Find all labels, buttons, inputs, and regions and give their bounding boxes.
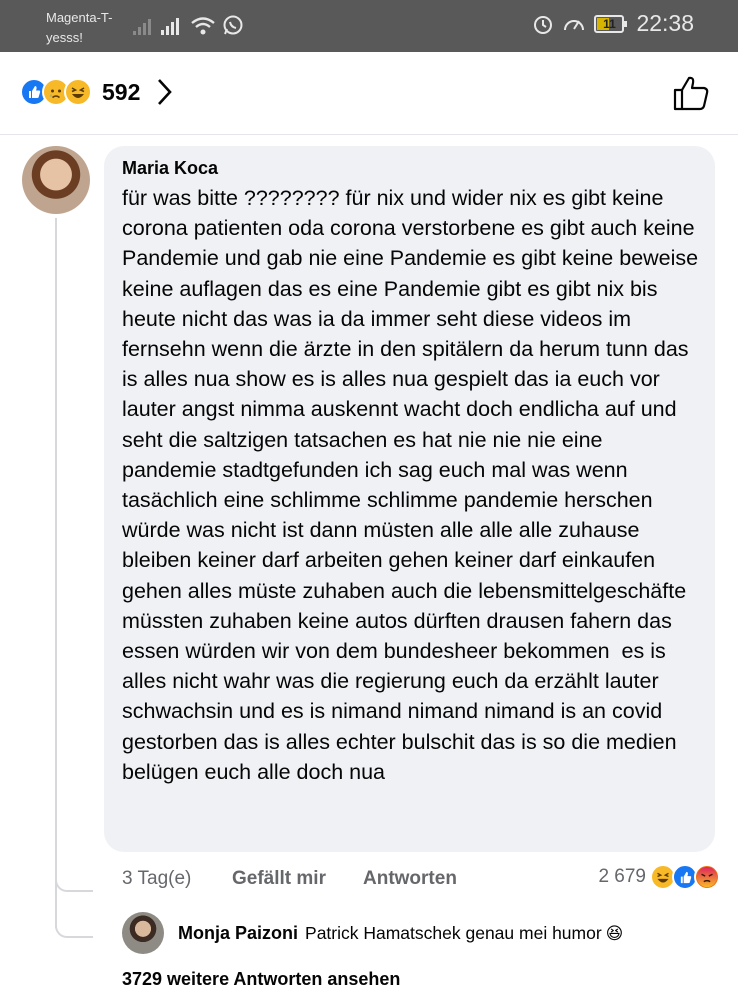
thread-branch [55, 874, 93, 892]
reply-text: Patrick Hamatschek genau mei humor [305, 923, 602, 943]
reactions-summary[interactable]: 592 [20, 78, 173, 106]
comment-reaction-count: 2 679 [598, 866, 646, 887]
alarm-icon [534, 15, 553, 34]
speedometer-icon [564, 19, 585, 30]
reply-button[interactable]: Antworten [363, 868, 457, 890]
wifi-icon [191, 17, 215, 35]
avatar[interactable] [22, 146, 90, 214]
status-right: 11 22:38 [532, 10, 694, 37]
comment-reactions[interactable]: 2 679 [598, 864, 720, 890]
laughing-emoji: 😆 [605, 923, 624, 943]
signal-icon [161, 18, 179, 35]
signal-icon [133, 19, 151, 35]
reactions-header: 592 [0, 52, 738, 135]
comment-bubble[interactable]: Maria Koca für was bitte ???????? für ni… [104, 146, 715, 852]
status-bar: Magenta-T-yesss! 11 22:38 [0, 0, 738, 52]
carrier-name: Magenta-T-yesss! [46, 10, 113, 45]
comment-actions: 3 Tag(e) Gefällt mir Antworten [122, 868, 457, 890]
view-more-replies-link[interactable]: 3729 weitere Antworten ansehen [122, 969, 400, 990]
comment-author[interactable]: Maria Koca [122, 158, 699, 179]
signal-icons [132, 14, 244, 36]
reply-item[interactable]: Monja Paizoni Patrick Hamatschek genau m… [178, 923, 623, 944]
chevron-right-icon [158, 79, 173, 105]
comment-time: 3 Tag(e) [122, 868, 192, 889]
reaction-count: 592 [102, 78, 141, 105]
reply-avatar[interactable] [122, 912, 164, 954]
reply-author[interactable]: Monja Paizoni [178, 923, 298, 944]
like-comment-button[interactable]: Gefällt mir [232, 868, 363, 890]
clock: 22:38 [636, 10, 694, 36]
battery-icon: 11 [594, 14, 628, 33]
comments-sheet: 592 Maria Koca für was bitte ???????? fü… [0, 52, 738, 1008]
haha-icon [64, 78, 92, 106]
comment-text: für was bitte ???????? für nix und wider… [122, 186, 705, 784]
thread-line [55, 218, 57, 928]
angry-icon [694, 864, 720, 890]
whatsapp-icon [223, 15, 243, 35]
like-button[interactable] [672, 74, 710, 112]
thread-branch [55, 920, 93, 938]
battery-level: 11 [603, 16, 616, 31]
